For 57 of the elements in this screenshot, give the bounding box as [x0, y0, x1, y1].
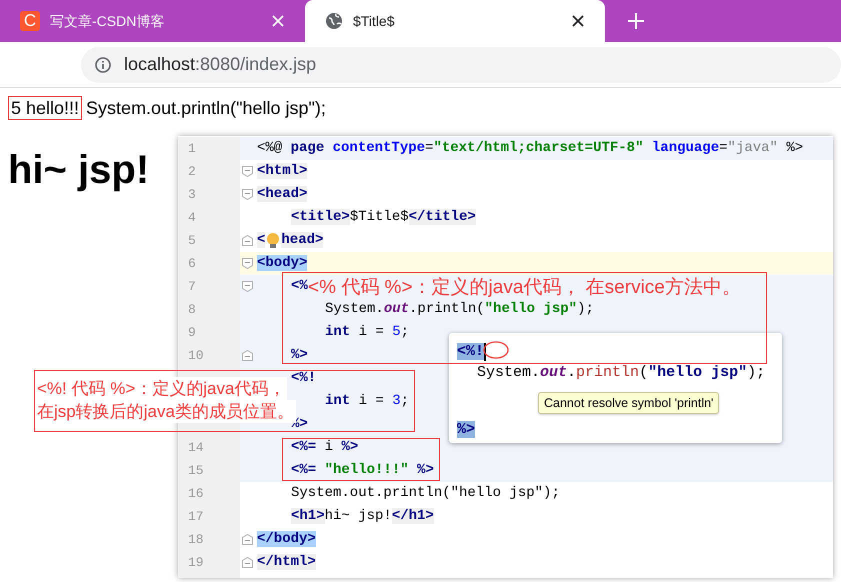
line-number: 5: [188, 232, 196, 250]
code-line: <%!: [291, 369, 316, 388]
close-icon[interactable]: [571, 14, 585, 28]
fold-icon[interactable]: [242, 258, 253, 269]
line-number: 15: [188, 462, 204, 480]
line-number: 18: [188, 530, 204, 549]
line-number: 8: [188, 300, 196, 319]
line-number: 14: [188, 438, 204, 457]
code-line: %>: [291, 346, 308, 365]
tab-title: $Title$: [353, 12, 396, 30]
plus-icon[interactable]: [627, 12, 645, 30]
logo-icon: C: [20, 11, 40, 31]
fold-icon[interactable]: [242, 281, 253, 292]
fold-icon[interactable]: [242, 189, 253, 200]
page-heading: hi~ jsp!: [8, 148, 150, 192]
line-number: 3: [188, 186, 196, 204]
fold-icon[interactable]: [242, 350, 253, 361]
lightbulb-icon[interactable]: [265, 232, 282, 249]
code-line: System.out.println("hello jsp");: [325, 300, 594, 319]
highlight-ellipse: [483, 340, 509, 360]
line-number: 17: [188, 508, 204, 526]
code-line: System.out.println("hello jsp");: [291, 484, 560, 503]
line-number: 19: [188, 554, 204, 572]
line-number: 16: [188, 484, 204, 503]
code-line: <%= i %>: [291, 438, 358, 457]
code-line: <%= "hello!!!" %>: [291, 461, 434, 480]
error-tooltip: Cannot resolve symbol 'println': [538, 392, 720, 414]
code-line: int i = 3;: [325, 392, 410, 411]
line-number: 4: [188, 208, 196, 227]
code-line: <title>$Title$</title>: [291, 208, 476, 227]
code-line: <%@ page contentType="text/html;charset=UTF-8" language="java" %>: [257, 139, 804, 158]
fold-icon[interactable]: [242, 166, 253, 177]
line-number: 6: [188, 254, 196, 273]
text-cursor: [484, 343, 486, 361]
browser-tab[interactable]: $Title$: [305, 0, 605, 42]
line-number: 1: [188, 140, 196, 158]
annotation-text: 在jsp转换后的java类的成员位置。: [37, 400, 296, 423]
browser-tab[interactable]: C 写文章-CSDN博客: [0, 0, 305, 42]
code-line: System.out.println("hello jsp");: [477, 362, 766, 383]
fold-icon[interactable]: [242, 534, 253, 545]
address-field[interactable]: localhost:8080/index.jsp: [81, 46, 841, 82]
fold-icon[interactable]: [242, 235, 253, 246]
line-number: 2: [188, 162, 196, 181]
url-text: localhost:8080/index.jsp: [124, 53, 316, 76]
tab-title: 写文章-CSDN博客: [50, 12, 166, 30]
line-number: 7: [188, 278, 196, 296]
code-line: <%: [291, 277, 308, 296]
fold-icon[interactable]: [242, 557, 253, 568]
annotation-text: <%! 代码 %>：定义的java代码，: [37, 377, 288, 400]
info-icon[interactable]: [95, 56, 111, 72]
code-line: int i = 5;: [325, 323, 410, 342]
output-text: System.out.println("hello jsp");: [86, 97, 326, 119]
line-number: 9: [188, 324, 196, 342]
globe-icon: [325, 12, 343, 30]
line-number: 10: [188, 346, 204, 365]
code-line: <h1>hi~ jsp!</h1>: [291, 507, 434, 526]
output-text: 5 hello!!!: [8, 96, 82, 120]
